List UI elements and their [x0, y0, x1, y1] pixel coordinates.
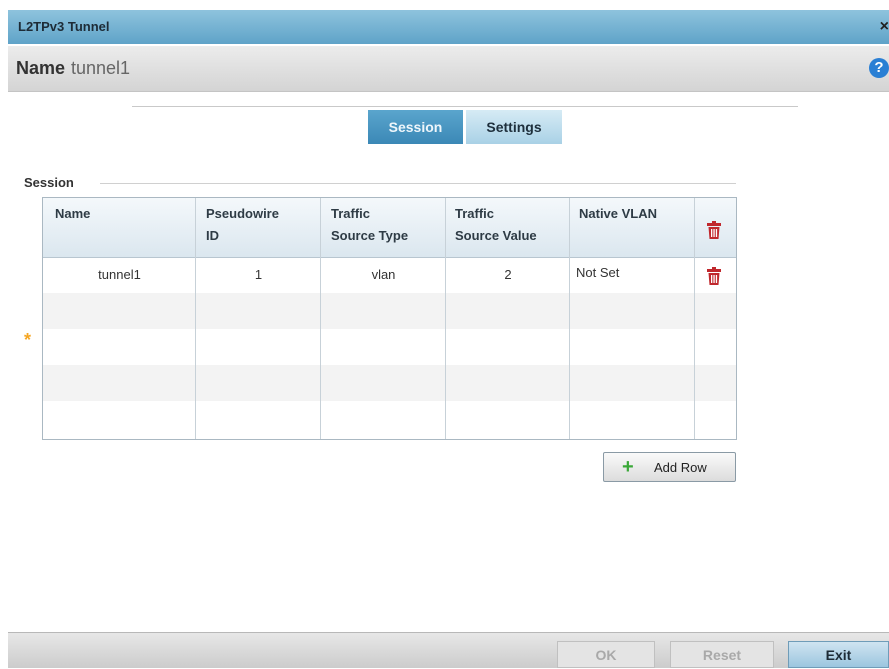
cell-name[interactable]: tunnel1 — [43, 267, 196, 282]
session-table: Name Pseudowire ID Traffic Source Type T… — [42, 197, 737, 440]
header-traffic-type-line1[interactable]: Traffic — [331, 203, 370, 225]
column-native-vlan — [570, 198, 695, 439]
required-marker: * — [24, 330, 32, 350]
help-icon[interactable]: ? — [869, 58, 889, 78]
tab-divider — [132, 106, 798, 107]
cell-pseudowire-id[interactable]: 1 — [196, 267, 321, 282]
header-pseudowire-line2[interactable]: ID — [206, 225, 219, 247]
ok-button[interactable]: OK — [557, 641, 655, 668]
header-name[interactable]: Name — [55, 203, 90, 225]
header-traffic-value-line2[interactable]: Source Value — [455, 225, 537, 247]
section-divider — [100, 183, 736, 184]
cell-native-vlan[interactable]: Not Set — [576, 265, 619, 280]
header-native-vlan[interactable]: Native VLAN — [579, 203, 657, 225]
cell-traffic-source-value[interactable]: 2 — [446, 267, 570, 282]
tab-settings[interactable]: Settings — [466, 110, 562, 144]
header-traffic-value-line1[interactable]: Traffic — [455, 203, 494, 225]
dialog-title: L2TPv3 Tunnel — [18, 19, 110, 34]
dialog-titlebar: L2TPv3 Tunnel × — [8, 10, 889, 44]
delete-all-icon[interactable] — [707, 221, 721, 239]
name-value: tunnel1 — [71, 58, 131, 78]
header-traffic-type-line2[interactable]: Source Type — [331, 225, 408, 247]
close-icon[interactable]: × — [880, 18, 889, 36]
exit-button[interactable]: Exit — [788, 641, 889, 668]
add-row-label: Add Row — [654, 460, 707, 475]
cell-traffic-source-type[interactable]: vlan — [321, 267, 446, 282]
plus-icon: + — [622, 456, 634, 478]
column-name — [43, 198, 196, 439]
tab-session[interactable]: Session — [368, 110, 463, 144]
header-pseudowire-line1[interactable]: Pseudowire — [206, 203, 279, 225]
reset-button[interactable]: Reset — [670, 641, 774, 668]
add-row-button[interactable]: + Add Row — [603, 452, 736, 482]
name-label: Name — [16, 58, 66, 78]
section-title: Session — [24, 175, 82, 190]
name-bar: Name tunnel1 ? — [8, 46, 889, 92]
delete-row-icon[interactable] — [707, 267, 721, 285]
